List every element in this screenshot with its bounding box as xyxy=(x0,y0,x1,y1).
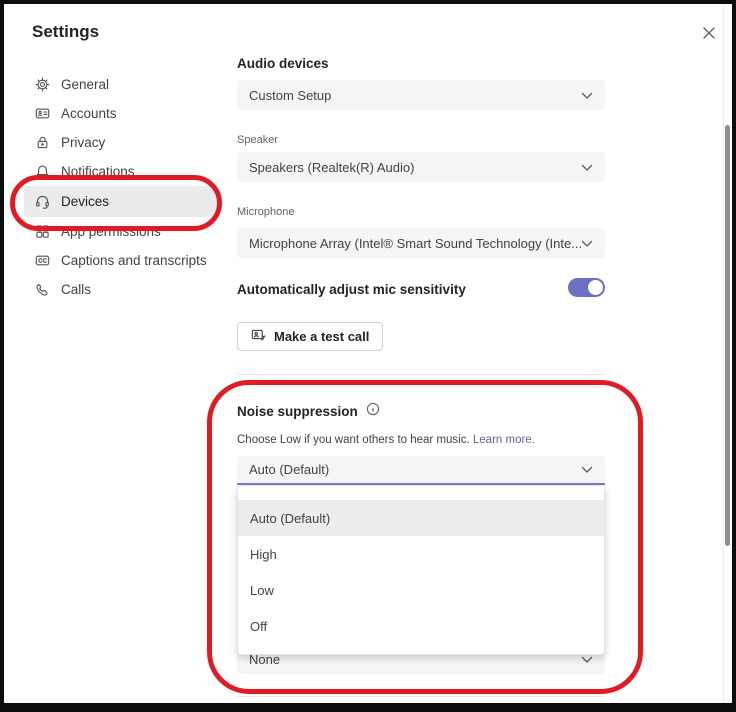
sidebar: General Accounts Privacy Notifications D xyxy=(24,70,220,304)
make-test-call-button[interactable]: Make a test call xyxy=(237,322,384,351)
make-test-call-label: Make a test call xyxy=(274,329,370,344)
microphone-select[interactable]: Microphone Array (Intel® Smart Sound Tec… xyxy=(237,228,605,258)
learn-more-link[interactable]: Learn more. xyxy=(473,434,535,446)
speaker-select-value: Speakers (Realtek(R) Audio) xyxy=(249,159,415,175)
sidebar-item-app-permissions[interactable]: App permissions xyxy=(24,217,220,246)
noise-suppression-select-value: Auto (Default) xyxy=(249,462,330,477)
sidebar-item-accounts[interactable]: Accounts xyxy=(24,99,220,128)
audio-devices-heading: Audio devices xyxy=(237,56,329,71)
scrollbar-thumb[interactable] xyxy=(725,125,730,546)
sidebar-item-notifications[interactable]: Notifications xyxy=(24,157,220,186)
toggle-knob xyxy=(588,280,603,295)
sidebar-item-general[interactable]: General xyxy=(24,70,220,99)
apps-icon xyxy=(34,224,50,240)
mic-sensitivity-toggle[interactable] xyxy=(568,278,605,297)
sidebar-item-label: Devices xyxy=(61,194,110,209)
captions-icon xyxy=(34,253,50,269)
noise-suppression-select[interactable]: Auto (Default) xyxy=(237,456,605,485)
description-text: Choose Low if you want others to hear mu… xyxy=(237,434,470,446)
id-card-icon xyxy=(34,106,50,122)
test-call-icon xyxy=(251,328,266,346)
option-off[interactable]: Off xyxy=(238,608,604,644)
microphone-label: Microphone xyxy=(237,206,295,218)
microphone-select-value: Microphone Array (Intel® Smart Sound Tec… xyxy=(249,235,581,251)
noise-suppression-listbox: Auto (Default) High Low Off xyxy=(237,485,605,655)
lock-icon xyxy=(34,135,50,151)
scrollbar-track xyxy=(723,4,724,703)
sidebar-item-label: App permissions xyxy=(61,224,161,239)
bell-icon xyxy=(34,164,50,180)
page-title: Settings xyxy=(32,22,100,41)
sidebar-item-label: Privacy xyxy=(61,135,106,150)
sidebar-item-devices[interactable]: Devices xyxy=(24,186,220,217)
chevron-down-icon xyxy=(581,462,593,477)
audio-device-select[interactable]: Custom Setup xyxy=(237,80,605,110)
sidebar-item-label: Accounts xyxy=(61,106,117,121)
sidebar-item-label: General xyxy=(61,77,110,92)
gear-icon xyxy=(34,77,50,93)
option-high[interactable]: High xyxy=(238,536,604,572)
sidebar-item-captions[interactable]: Captions and transcripts xyxy=(24,246,220,275)
sidebar-item-privacy[interactable]: Privacy xyxy=(24,128,220,157)
speaker-select[interactable]: Speakers (Realtek(R) Audio) xyxy=(237,152,605,182)
mic-sensitivity-label: Automatically adjust mic sensitivity xyxy=(237,282,466,297)
audio-device-select-value: Custom Setup xyxy=(249,87,332,103)
sidebar-item-label: Notifications xyxy=(61,164,135,179)
headset-icon xyxy=(34,194,50,210)
sidebar-item-label: Calls xyxy=(61,282,92,297)
chevron-down-icon xyxy=(581,88,593,103)
noise-suppression-heading: Noise suppression xyxy=(237,404,358,419)
close-icon[interactable] xyxy=(698,22,720,44)
speaker-label: Speaker xyxy=(237,134,278,146)
option-low[interactable]: Low xyxy=(238,572,604,608)
option-auto-default[interactable]: Auto (Default) xyxy=(238,500,604,536)
noise-suppression-description: Choose Low if you want others to hear mu… xyxy=(237,434,535,446)
info-icon[interactable] xyxy=(366,402,380,421)
phone-icon xyxy=(34,282,50,298)
chevron-down-icon xyxy=(581,160,593,175)
section-divider xyxy=(237,374,604,375)
sidebar-item-calls[interactable]: Calls xyxy=(24,275,220,304)
section-divider-bottom xyxy=(237,696,604,697)
sidebar-item-label: Captions and transcripts xyxy=(61,253,207,268)
settings-window: Settings General Accounts Privacy Notifi… xyxy=(0,0,736,712)
chevron-down-icon xyxy=(581,236,593,251)
